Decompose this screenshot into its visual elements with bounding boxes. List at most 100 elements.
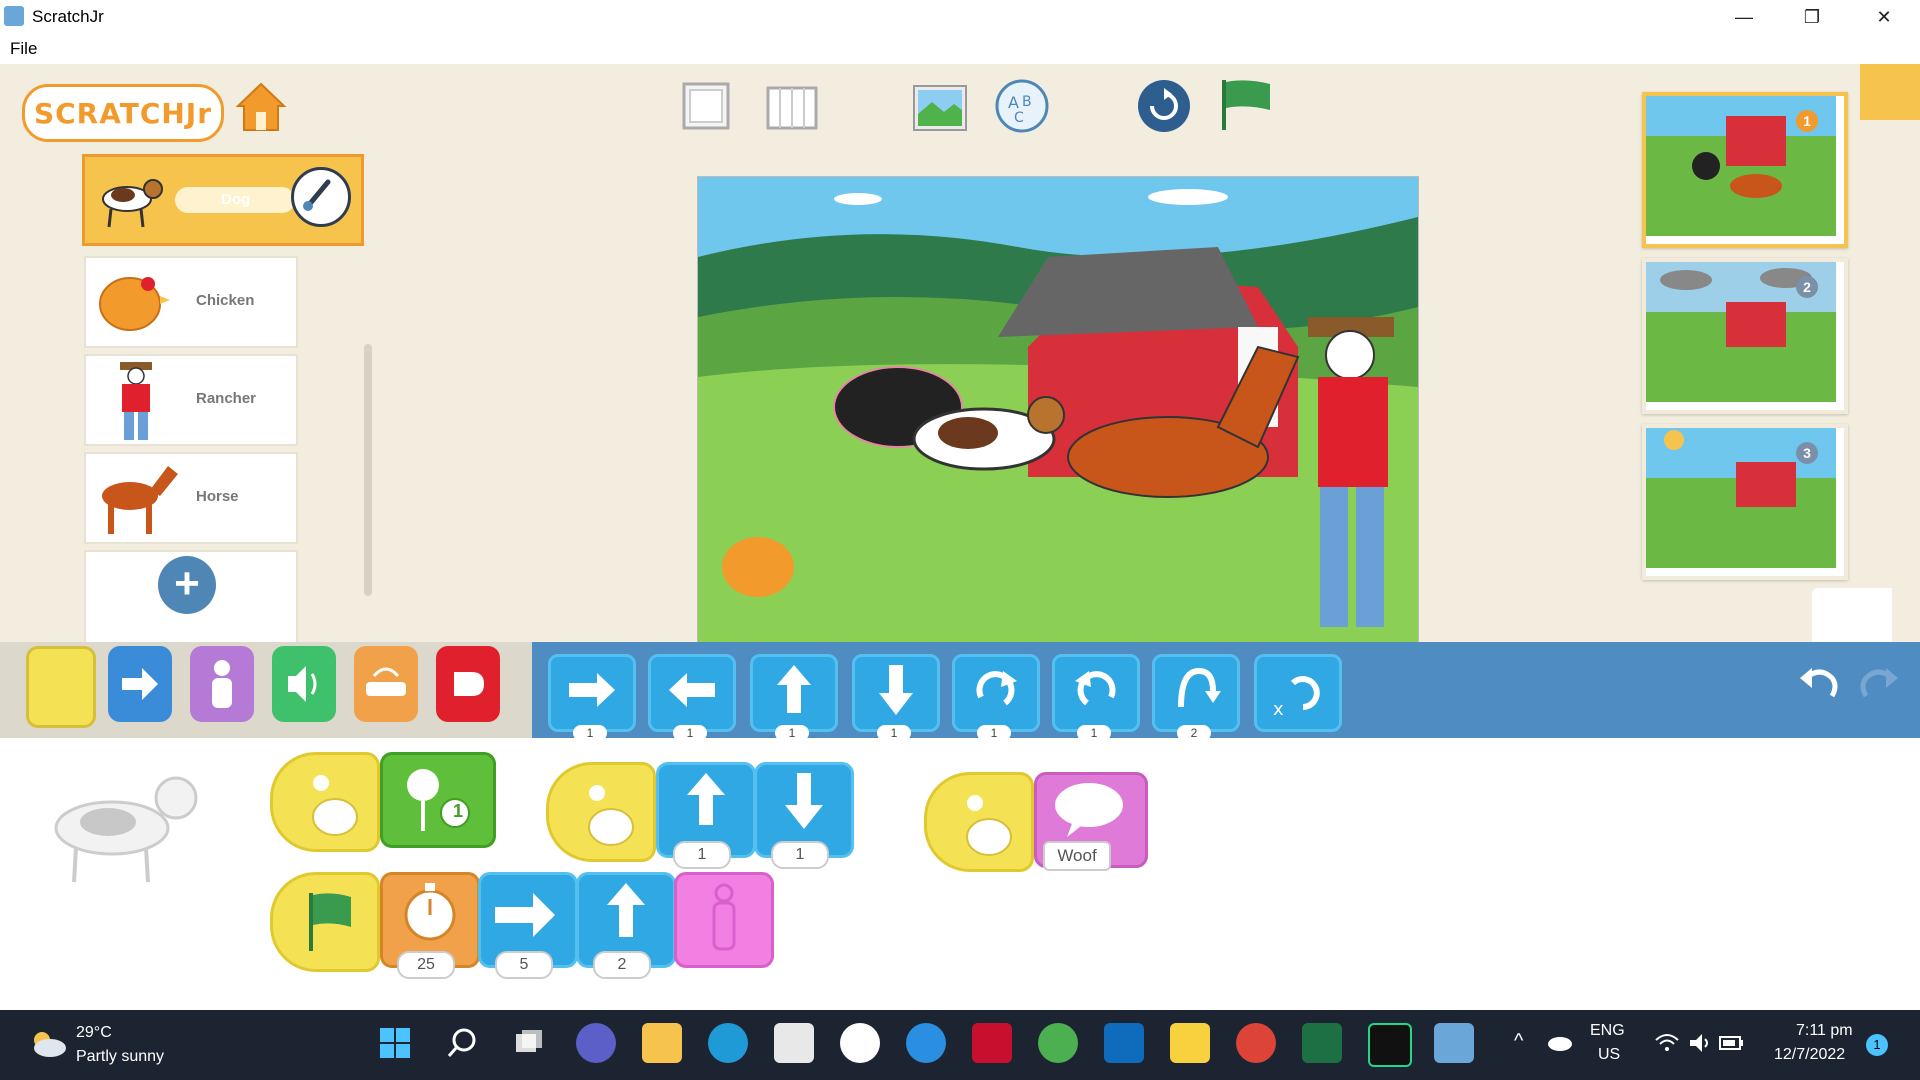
page-thumb-1[interactable]: 1 (1642, 92, 1848, 248)
chrome-icon[interactable] (1038, 1023, 1078, 1063)
sprite-card-dog[interactable]: Dog (82, 154, 364, 246)
sprite-label-chicken: Chicken (196, 292, 255, 309)
move-right-icon (569, 673, 615, 707)
teams-chat-icon[interactable] (576, 1023, 616, 1063)
farm-scene (698, 177, 1418, 643)
show-hidden-icons[interactable]: ^ (1514, 1030, 1523, 1053)
edge-browser-icon[interactable] (708, 1023, 748, 1063)
weather-temp[interactable]: 29°C (76, 1024, 112, 1042)
category-control[interactable] (354, 646, 418, 722)
app-circle-icon[interactable] (840, 1023, 880, 1063)
block-value[interactable]: 5 (495, 951, 553, 979)
block-value[interactable]: 1 (673, 841, 731, 869)
hide-block[interactable] (674, 872, 774, 968)
clock-time[interactable]: 7:11 pm (1796, 1022, 1853, 1040)
add-sprite-button[interactable]: + (158, 556, 216, 614)
when-tapped-block[interactable] (270, 752, 380, 852)
block-move-right[interactable]: 1 (548, 654, 636, 741)
green-flag-icon (309, 893, 351, 951)
block-hop[interactable]: 2 (1152, 654, 1240, 741)
home-icon[interactable] (234, 80, 288, 134)
file-menu[interactable]: File (10, 39, 37, 59)
add-page-area[interactable] (1812, 588, 1892, 642)
paint-editor-button[interactable] (291, 167, 351, 227)
grid-icon[interactable] (764, 80, 820, 136)
move-down-block[interactable]: 1 (754, 762, 854, 869)
pycharm-icon[interactable] (1368, 1023, 1412, 1067)
mcafee-icon[interactable] (972, 1023, 1012, 1063)
move-right-block[interactable]: 5 (478, 872, 578, 979)
stopwatch-icon (404, 883, 456, 941)
play-recorded-sound-block[interactable]: 1 (380, 752, 496, 848)
page-thumb-3[interactable]: 3 (1642, 424, 1848, 580)
move-up-block[interactable]: 1 (656, 762, 756, 869)
stage[interactable] (697, 176, 1419, 644)
sprite-list-scrollbar[interactable] (364, 344, 372, 596)
block-value[interactable]: 25 (397, 951, 455, 979)
block-turn-left[interactable]: 1 (1052, 654, 1140, 741)
battery-icon[interactable] (1718, 1032, 1746, 1054)
outlook-icon[interactable] (1104, 1023, 1144, 1063)
category-triggering[interactable] (26, 646, 96, 728)
page-number-1: 1 (1796, 110, 1818, 132)
restore-button[interactable]: ❐ (1778, 0, 1846, 34)
block-go-home[interactable]: x (1254, 654, 1342, 732)
page-number-3: 3 (1796, 442, 1818, 464)
block-value[interactable]: 1 (771, 841, 829, 869)
redo-icon[interactable] (1856, 656, 1906, 706)
wifi-icon[interactable] (1654, 1032, 1680, 1054)
category-looks[interactable] (190, 646, 254, 722)
page-thumb-2[interactable]: 2 (1642, 258, 1848, 414)
say-block[interactable]: Woof (1034, 772, 1148, 871)
text-icon[interactable]: A B C (994, 78, 1050, 134)
fullscreen-icon[interactable] (678, 78, 734, 134)
sprite-card-chicken[interactable]: Chicken (84, 256, 298, 348)
category-end[interactable] (436, 646, 500, 722)
say-text[interactable]: Woof (1043, 841, 1111, 871)
minimize-button[interactable]: — (1710, 0, 1778, 34)
task-view-icon[interactable] (512, 1026, 546, 1060)
file-explorer-icon[interactable] (642, 1023, 682, 1063)
help-icon[interactable] (906, 1023, 946, 1063)
close-button[interactable]: ✕ (1850, 0, 1918, 34)
paintbrush-icon (303, 179, 331, 211)
block-turn-right[interactable]: 1 (952, 654, 1040, 741)
clock-date[interactable]: 12/7/2022 (1774, 1046, 1845, 1064)
microsoft-store-icon[interactable] (774, 1023, 814, 1063)
when-tapped-block[interactable] (924, 772, 1034, 872)
sprite-card-rancher[interactable]: Rancher (84, 354, 298, 446)
green-flag-start-block[interactable] (270, 872, 380, 972)
when-tapped-block[interactable] (546, 762, 656, 862)
weather-desc[interactable]: Partly sunny (76, 1048, 164, 1066)
category-motion[interactable] (108, 646, 172, 722)
block-move-down[interactable]: 1 (852, 654, 940, 741)
move-up-icon (687, 773, 725, 825)
windows-start-icon[interactable] (378, 1026, 412, 1060)
move-up-block[interactable]: 2 (576, 872, 676, 979)
sprite-label-dog: Dog (221, 191, 251, 208)
block-value[interactable]: 2 (593, 951, 651, 979)
search-icon[interactable] (446, 1026, 480, 1060)
sprite-card-horse[interactable]: Horse (84, 452, 298, 544)
green-flag-icon[interactable] (1218, 76, 1274, 132)
notification-badge[interactable]: 1 (1866, 1034, 1888, 1056)
svg-text:B: B (1022, 94, 1032, 110)
block-move-up[interactable]: 1 (750, 654, 838, 741)
block-move-left[interactable]: 1 (648, 654, 736, 741)
undo-icon[interactable] (1792, 656, 1842, 706)
excel-icon[interactable] (1302, 1023, 1342, 1063)
page-number-2: 2 (1796, 276, 1818, 298)
scratchjr-taskbar-icon[interactable] (1434, 1023, 1474, 1063)
sprite-label-horse: Horse (196, 488, 239, 505)
reset-icon[interactable] (1136, 78, 1192, 134)
onedrive-cloud-icon[interactable] (1546, 1032, 1574, 1052)
volume-icon[interactable] (1688, 1032, 1712, 1054)
repeat-icon (366, 667, 406, 696)
language-eng[interactable]: ENG (1590, 1022, 1625, 1040)
language-us[interactable]: US (1598, 1046, 1620, 1064)
wait-block[interactable]: 25 (380, 872, 480, 979)
sticky-notes-icon[interactable] (1170, 1023, 1210, 1063)
chrome-profile-icon[interactable] (1236, 1023, 1276, 1063)
category-sound[interactable] (272, 646, 336, 722)
background-icon[interactable] (912, 80, 968, 136)
